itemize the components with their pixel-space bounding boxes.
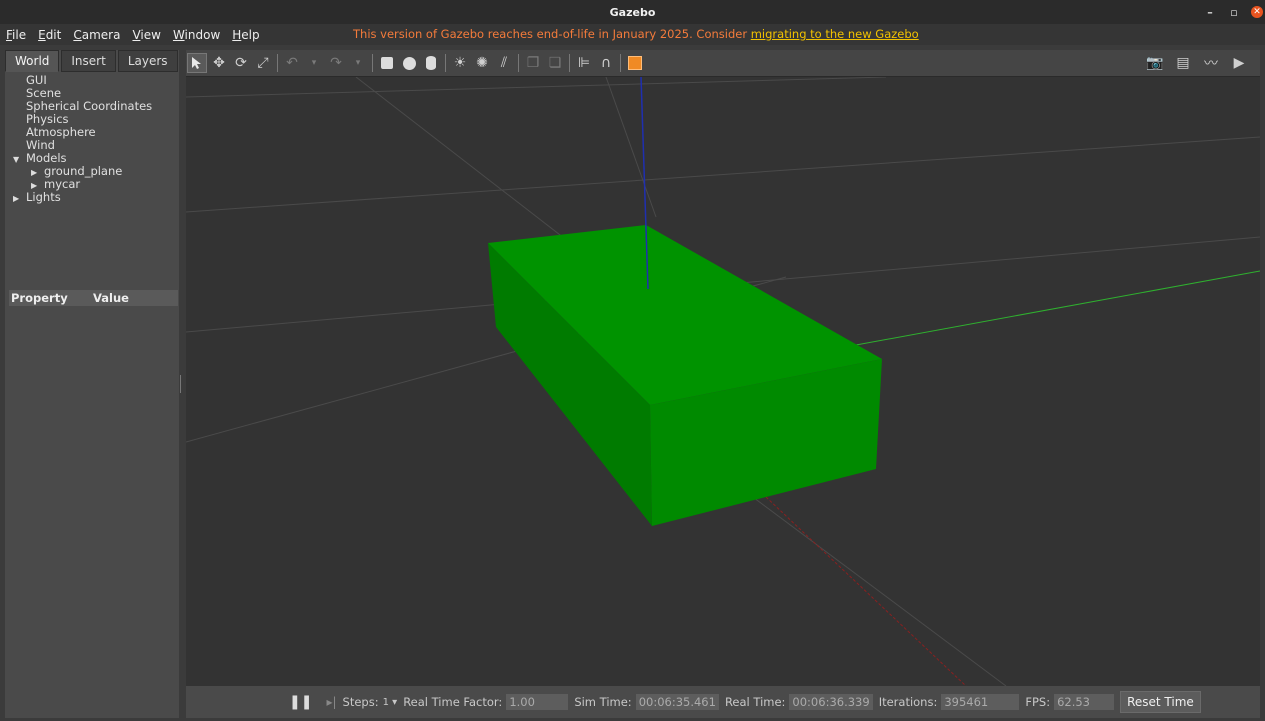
panel-tabs: World Insert Layers (5, 50, 179, 72)
eol-notice: This version of Gazebo reaches end-of-li… (353, 27, 919, 41)
window-title: Gazebo (609, 5, 656, 19)
menu-help[interactable]: Help (226, 28, 265, 42)
toolbar-divider (445, 54, 446, 72)
menu-window[interactable]: Window (167, 28, 226, 42)
sphere-icon[interactable] (399, 53, 419, 73)
maximize-button[interactable]: ▫ (1227, 6, 1241, 19)
iterations-label: Iterations: (878, 695, 938, 709)
tree-item-lights[interactable]: ▶ Lights (5, 191, 179, 204)
x-axis-line (765, 496, 967, 686)
menu-camera[interactable]: Camera (67, 28, 126, 42)
real-time-value: 00:06:36.339 (789, 694, 873, 710)
world-tree: GUI Scene Spherical Coordinates Physics … (5, 74, 179, 304)
copy-icon[interactable]: ❐ (523, 53, 543, 73)
reset-time-button[interactable]: Reset Time (1120, 691, 1201, 713)
box-icon[interactable] (377, 53, 397, 73)
select-arrow-icon[interactable] (187, 53, 207, 73)
scale-icon[interactable]: ⤢ (253, 53, 273, 73)
toolbar-divider (277, 54, 278, 72)
undo-dropdown-icon[interactable]: ▾ (304, 53, 324, 73)
world-panel: World Insert Layers GUI Scene Spherical … (5, 50, 179, 718)
directional-light-icon[interactable]: ⫽ (494, 53, 514, 73)
property-column-header: Property (11, 291, 68, 305)
undo-icon[interactable]: ↶ (282, 53, 302, 73)
window-controls: – ▫ ✕ (1203, 0, 1265, 24)
rtf-label: Real Time Factor: (403, 695, 503, 709)
menu-view[interactable]: View (126, 28, 166, 42)
menu-file[interactable]: File (0, 28, 32, 42)
pause-icon[interactable]: ❚❚ (289, 694, 312, 710)
sim-time-label: Sim Time: (574, 695, 632, 709)
tab-insert[interactable]: Insert (61, 50, 116, 72)
close-button[interactable]: ✕ (1251, 6, 1263, 18)
translate-icon[interactable]: ✥ (209, 53, 229, 73)
rotate-icon[interactable]: ⟳ (231, 53, 251, 73)
redo-dropdown-icon[interactable]: ▾ (348, 53, 368, 73)
iterations-value: 395461 (941, 694, 1020, 710)
collapsed-arrow-icon[interactable]: ▶ (13, 192, 26, 205)
tab-layers[interactable]: Layers (117, 50, 178, 72)
real-time-label: Real Time: (724, 695, 786, 709)
spot-light-icon[interactable]: ✺ (472, 53, 492, 73)
menu-edit[interactable]: Edit (32, 28, 67, 42)
toolbar-divider (372, 54, 373, 72)
menu-bar: File Edit Camera View Window Help This v… (0, 24, 1265, 45)
toolbar-right-group: 📷 ▤ 〰 ▶ (1144, 53, 1250, 73)
steps-spinner[interactable]: 1 ▾ (383, 697, 398, 708)
property-table-header: Property Value (9, 290, 178, 306)
3d-viewport[interactable] (186, 77, 1260, 686)
paste-icon[interactable]: ❏ (545, 53, 565, 73)
toolbar-divider (518, 54, 519, 72)
fps-value: 62.53 (1054, 694, 1115, 710)
scene-toolbar: ✥ ⟳ ⤢ ↶ ▾ ↷ ▾ ☀ ✺ ⫽ ❐ ❏ ⊫ ∩ 📷 ▤ 〰 ▶ (186, 50, 1260, 77)
panel-splitter-handle[interactable] (180, 375, 184, 393)
tree-item-ground-plane[interactable]: ▶ ground_plane (5, 165, 179, 178)
expanded-arrow-icon[interactable]: ▼ (13, 153, 26, 166)
minimize-button[interactable]: – (1203, 6, 1217, 19)
align-icon[interactable]: ⊫ (574, 53, 594, 73)
toolbar-divider (620, 54, 621, 72)
log-icon[interactable]: ▤ (1173, 53, 1193, 73)
toolbar-divider (569, 54, 570, 72)
cylinder-icon[interactable] (421, 53, 441, 73)
screenshot-icon[interactable]: 📷 (1145, 53, 1165, 73)
change-view-icon[interactable] (625, 53, 645, 73)
status-bar: ❚❚ ▸| Steps: 1 ▾ Real Time Factor: 1.00 … (186, 686, 1260, 718)
plot-icon[interactable]: 〰 (1201, 53, 1221, 73)
value-column-header: Value (93, 291, 129, 305)
scene-render[interactable] (186, 77, 1260, 686)
point-light-icon[interactable]: ☀ (450, 53, 470, 73)
snap-magnet-icon[interactable]: ∩ (596, 53, 616, 73)
window-titlebar: Gazebo – ▫ ✕ (0, 0, 1265, 24)
video-icon[interactable]: ▶ (1229, 53, 1249, 73)
y-axis-line (855, 270, 1260, 346)
sim-time-value: 00:06:35.461 (635, 694, 719, 710)
rtf-value: 1.00 (506, 694, 569, 710)
fps-label: FPS: (1025, 695, 1051, 709)
tab-world[interactable]: World (5, 50, 60, 72)
redo-icon[interactable]: ↷ (326, 53, 346, 73)
migration-link[interactable]: migrating to the new Gazebo (751, 27, 919, 41)
steps-label: Steps: (342, 695, 379, 709)
step-icon[interactable]: ▸| (326, 695, 336, 709)
